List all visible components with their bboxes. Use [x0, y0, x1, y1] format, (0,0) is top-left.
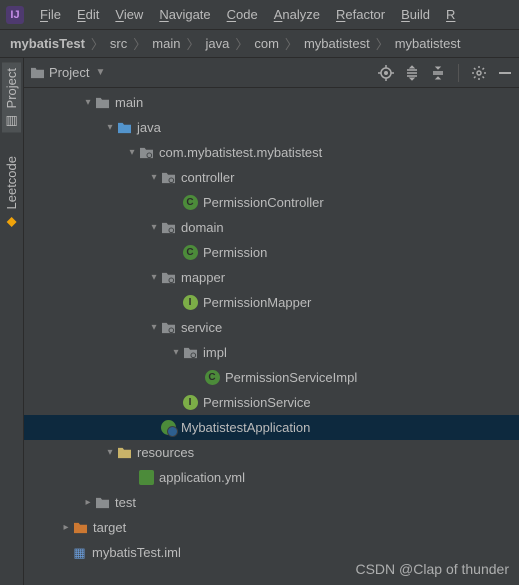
panel-header: Project ▼: [24, 58, 519, 88]
sidebar: ▤ Project ◆ Leetcode: [0, 58, 24, 585]
menu-item-file[interactable]: File: [32, 3, 69, 26]
tree-label: test: [115, 495, 136, 510]
panel-actions: [378, 64, 513, 82]
tree-node[interactable]: IPermissionService: [24, 390, 519, 415]
expand-arrow-icon[interactable]: ▾: [82, 97, 94, 108]
chevron-down-icon: ▼: [95, 67, 105, 78]
menu-item-code[interactable]: Code: [219, 3, 266, 26]
tree-label: main: [115, 95, 143, 110]
menu-item-refactor[interactable]: Refactor: [328, 3, 393, 26]
tree-label: mapper: [181, 270, 225, 285]
tree-label: impl: [203, 345, 227, 360]
breadcrumb: mybatisTest〉src〉main〉java〉com〉mybatistes…: [0, 30, 519, 58]
sidebar-tab-leetcode[interactable]: ◆ Leetcode: [2, 150, 21, 234]
tree-label: target: [93, 520, 126, 535]
expand-arrow-icon[interactable]: ▾: [148, 272, 160, 283]
expand-arrow-icon[interactable]: ▾: [126, 147, 138, 158]
app-icon: IJ: [6, 6, 24, 24]
chevron-right-icon: 〉: [285, 34, 298, 53]
tree-node[interactable]: ▦mybatisTest.iml: [24, 540, 519, 565]
hide-icon[interactable]: [497, 65, 513, 81]
chevron-right-icon: 〉: [133, 34, 146, 53]
tree-label: PermissionController: [203, 195, 324, 210]
project-icon: ▤: [5, 112, 19, 126]
chevron-right-icon: 〉: [91, 34, 104, 53]
tree-node[interactable]: ▸ test: [24, 490, 519, 515]
menubar: IJ FileEditViewNavigateCodeAnalyzeRefact…: [0, 0, 519, 30]
project-panel: Project ▼ ▾ main ▾ java ▾ com.mybatistest.myb…: [24, 58, 519, 585]
sidebar-tab-label: Project: [4, 68, 19, 108]
tree-label: java: [137, 120, 161, 135]
chevron-right-icon: 〉: [186, 34, 199, 53]
leetcode-icon: ◆: [5, 214, 19, 228]
breadcrumb-item[interactable]: main: [148, 34, 184, 53]
menu-item-edit[interactable]: Edit: [69, 3, 107, 26]
breadcrumb-item[interactable]: java: [201, 34, 233, 53]
tree-node[interactable]: CPermissionServiceImpl: [24, 365, 519, 390]
tree-label: PermissionServiceImpl: [225, 370, 357, 385]
expand-arrow-icon[interactable]: ▾: [104, 447, 116, 458]
tree-node[interactable]: ▾ java: [24, 115, 519, 140]
sidebar-tab-label: Leetcode: [4, 156, 19, 210]
chevron-right-icon: 〉: [235, 34, 248, 53]
tree-label: mybatisTest.iml: [92, 545, 181, 560]
separator: [458, 64, 459, 82]
expand-arrow-icon[interactable]: ▾: [148, 322, 160, 333]
tree-node[interactable]: CPermissionController: [24, 190, 519, 215]
locate-icon[interactable]: [378, 65, 394, 81]
breadcrumb-item[interactable]: src: [106, 34, 131, 53]
expand-arrow-icon[interactable]: ▾: [104, 122, 116, 133]
tree-label: com.mybatistest.mybatistest: [159, 145, 322, 160]
tree-node[interactable]: ▾ service: [24, 315, 519, 340]
menu-item-r[interactable]: R: [438, 3, 463, 26]
expand-arrow-icon[interactable]: ▸: [60, 522, 72, 533]
tree-node[interactable]: ▾ impl: [24, 340, 519, 365]
tree-label: PermissionService: [203, 395, 311, 410]
menu-item-navigate[interactable]: Navigate: [151, 3, 218, 26]
tree-node[interactable]: ▾ resources: [24, 440, 519, 465]
expand-arrow-icon[interactable]: ▾: [148, 222, 160, 233]
panel-title-dropdown[interactable]: Project ▼: [30, 65, 105, 80]
expand-all-icon[interactable]: [404, 65, 420, 81]
sidebar-tab-project[interactable]: ▤ Project: [2, 62, 21, 132]
tree-label: MybatistestApplication: [181, 420, 310, 435]
expand-arrow-icon[interactable]: ▸: [82, 497, 94, 508]
tree-node[interactable]: ▾ main: [24, 90, 519, 115]
tree-label: application.yml: [159, 470, 245, 485]
project-tree: ▾ main ▾ java ▾ com.mybatistest.mybatistest ▾ c…: [24, 88, 519, 585]
tree-node[interactable]: CPermission: [24, 240, 519, 265]
tree-label: service: [181, 320, 222, 335]
tree-label: Permission: [203, 245, 267, 260]
tree-node[interactable]: ▾ domain: [24, 215, 519, 240]
tree-label: resources: [137, 445, 194, 460]
tree-node[interactable]: IPermissionMapper: [24, 290, 519, 315]
tree-node[interactable]: MybatistestApplication: [24, 415, 519, 440]
expand-arrow-icon[interactable]: ▾: [148, 172, 160, 183]
tree-node[interactable]: ▾ mapper: [24, 265, 519, 290]
chevron-right-icon: 〉: [376, 34, 389, 53]
breadcrumb-item[interactable]: mybatistest: [391, 34, 465, 53]
menu-item-build[interactable]: Build: [393, 3, 438, 26]
breadcrumb-item[interactable]: com: [250, 34, 283, 53]
expand-arrow-icon[interactable]: ▾: [170, 347, 182, 358]
tree-node[interactable]: ▾ controller: [24, 165, 519, 190]
tree-label: PermissionMapper: [203, 295, 311, 310]
breadcrumb-item[interactable]: mybatistest: [300, 34, 374, 53]
tree-node[interactable]: ▾ com.mybatistest.mybatistest: [24, 140, 519, 165]
gear-icon[interactable]: [471, 65, 487, 81]
tree-node[interactable]: application.yml: [24, 465, 519, 490]
menu-item-view[interactable]: View: [107, 3, 151, 26]
tree-node[interactable]: ▸ target: [24, 515, 519, 540]
project-view-icon: [30, 66, 45, 79]
tree-label: controller: [181, 170, 234, 185]
collapse-all-icon[interactable]: [430, 65, 446, 81]
tree-label: domain: [181, 220, 224, 235]
breadcrumb-item[interactable]: mybatisTest: [6, 34, 89, 53]
menu-item-analyze[interactable]: Analyze: [266, 3, 328, 26]
panel-title-label: Project: [49, 65, 89, 80]
